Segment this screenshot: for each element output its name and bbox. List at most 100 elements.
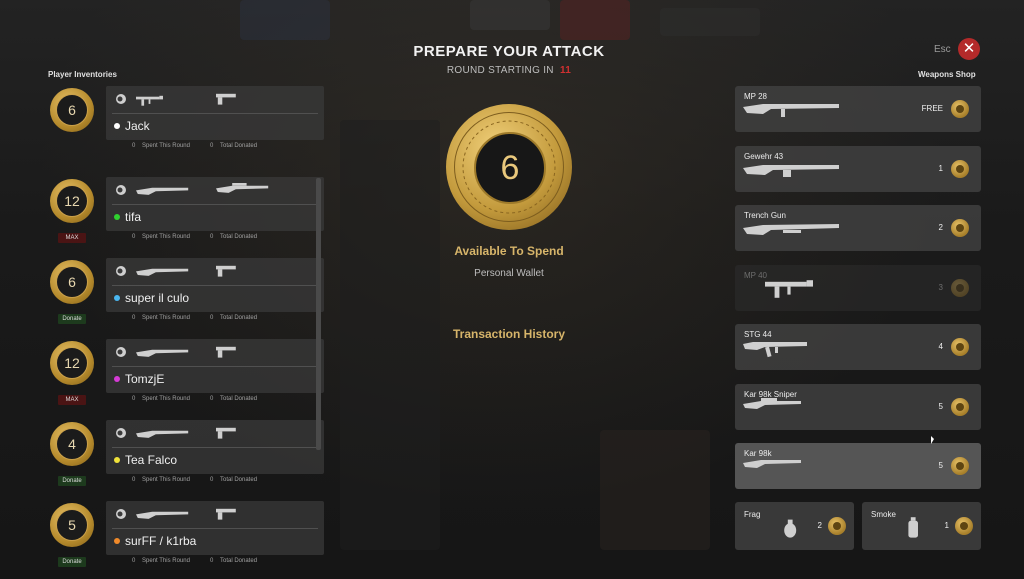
coin-icon [951, 338, 969, 356]
donated-label: Total Donated [220, 558, 258, 564]
bg-shape [660, 8, 760, 36]
smg-icon [136, 95, 163, 106]
player-row: 4 Donate Tea Falco 0 Spent This Round 0 … [48, 420, 328, 498]
smoke-grenade-icon [908, 517, 918, 538]
bg-shape [560, 0, 630, 40]
donated-value: 0 [210, 477, 214, 483]
shop-weapon-card[interactable]: MP 28 FREE [735, 86, 981, 132]
bg-shape [240, 0, 330, 40]
player-coin-value: 6 [56, 94, 88, 126]
coin-icon [828, 517, 846, 535]
coin-icon [951, 398, 969, 416]
grenade-image [783, 516, 797, 545]
shop-weapon-card[interactable]: Trench Gun 2 [735, 205, 981, 251]
card-divider [112, 285, 318, 286]
weapon-name: MP 40 [744, 271, 767, 280]
player-coin-value: 12 [56, 185, 88, 217]
close-button[interactable]: ✕ [958, 38, 980, 60]
bg-shape [600, 430, 710, 550]
donated-value: 0 [210, 396, 214, 402]
weapon-price: 2 [938, 223, 943, 232]
weapon-image [743, 219, 841, 244]
weapon-image [743, 160, 841, 185]
rifle-icon [136, 349, 189, 357]
player-color-dot [114, 214, 120, 220]
player-name-text: tifa [125, 210, 142, 224]
player-card[interactable]: TomzjE [106, 339, 324, 393]
pistol-icon [216, 93, 236, 105]
shop-grenade-card[interactable]: Smoke 1 [862, 502, 981, 550]
weapon-price: 1 [938, 164, 943, 173]
shotgun-icon [743, 224, 839, 235]
player-coin-value: 4 [56, 428, 88, 460]
smg-long-icon [743, 104, 839, 117]
player-name-text: Tea Falco [125, 453, 178, 467]
round-seconds: 11 [559, 65, 572, 76]
spent-value: 0 [132, 396, 136, 402]
player-tag-donate[interactable]: Donate [58, 476, 86, 486]
shop-grenade-card[interactable]: Frag 2 [735, 502, 854, 550]
player-list-scrollbar[interactable] [316, 178, 321, 450]
player-weapon-secondary [216, 92, 238, 115]
player-row: 12 MAX TomzjE 0 Spent This Round 0 Total… [48, 339, 328, 417]
player-coin-value: 12 [56, 347, 88, 379]
player-card[interactable]: Jack [106, 86, 324, 140]
weapon-image [743, 100, 841, 125]
player-card[interactable]: tifa [106, 177, 324, 231]
spent-value: 0 [132, 315, 136, 321]
shop-weapon-card[interactable]: Kar 98k 5 [735, 443, 981, 489]
rifle-mag-icon [743, 165, 839, 177]
player-weapon-secondary [216, 345, 238, 368]
weapon-image [743, 398, 803, 423]
donated-value: 0 [210, 234, 214, 240]
shop-weapon-card[interactable]: Gewehr 43 1 [735, 146, 981, 192]
donated-value: 0 [210, 558, 214, 564]
player-avatar-icon [116, 428, 126, 438]
player-coin: 12 [50, 179, 94, 223]
spent-label: Spent This Round [142, 477, 190, 483]
mouse-cursor-icon [931, 436, 934, 444]
pistol-icon [216, 508, 236, 520]
player-coin: 12 [50, 341, 94, 385]
sniper-icon [216, 183, 269, 193]
shop-weapon-card[interactable]: STG 44 4 [735, 324, 981, 370]
shop-weapon-card[interactable]: Kar 98k Sniper 5 [735, 384, 981, 430]
card-divider [112, 447, 318, 448]
spent-label: Spent This Round [142, 558, 190, 564]
player-card[interactable]: Tea Falco [106, 420, 324, 474]
wallet-coin: 6 [446, 104, 572, 230]
grenade-price: 2 [817, 521, 822, 530]
player-name-text: Jack [125, 119, 150, 133]
shop-weapon-card: MP 40 3 [735, 265, 981, 311]
player-weapon-secondary [216, 507, 238, 530]
coin-icon [951, 219, 969, 237]
player-tag-max: MAX [58, 395, 86, 405]
player-inventories-title: Player Inventories [48, 70, 117, 79]
player-avatar-icon [116, 347, 126, 357]
donated-value: 0 [210, 143, 214, 149]
weapon-image [765, 277, 819, 314]
player-card[interactable]: super il culo [106, 258, 324, 312]
donated-label: Total Donated [220, 396, 258, 402]
donated-label: Total Donated [220, 234, 258, 240]
pistol-icon [216, 346, 236, 358]
player-tag-donate[interactable]: Donate [58, 557, 86, 567]
player-color-dot [114, 538, 120, 544]
player-weapon-secondary [216, 426, 238, 449]
player-color-dot [114, 123, 120, 129]
weapons-shop-title: Weapons Shop [918, 70, 976, 79]
rifle-icon [136, 430, 189, 438]
grenade-price: 1 [944, 521, 949, 530]
rifle-icon [136, 511, 189, 519]
spent-value: 0 [132, 143, 136, 149]
player-color-dot [114, 376, 120, 382]
coin-icon [951, 100, 969, 118]
player-avatar-icon [116, 94, 126, 104]
player-card[interactable]: surFF / k1rba [106, 501, 324, 555]
page-title: PREPARE YOUR ATTACK [413, 43, 605, 60]
spent-label: Spent This Round [142, 234, 190, 240]
player-color-dot [114, 295, 120, 301]
player-tag-donate[interactable]: Donate [58, 314, 86, 324]
card-divider [112, 204, 318, 205]
pistol-icon [216, 427, 236, 439]
